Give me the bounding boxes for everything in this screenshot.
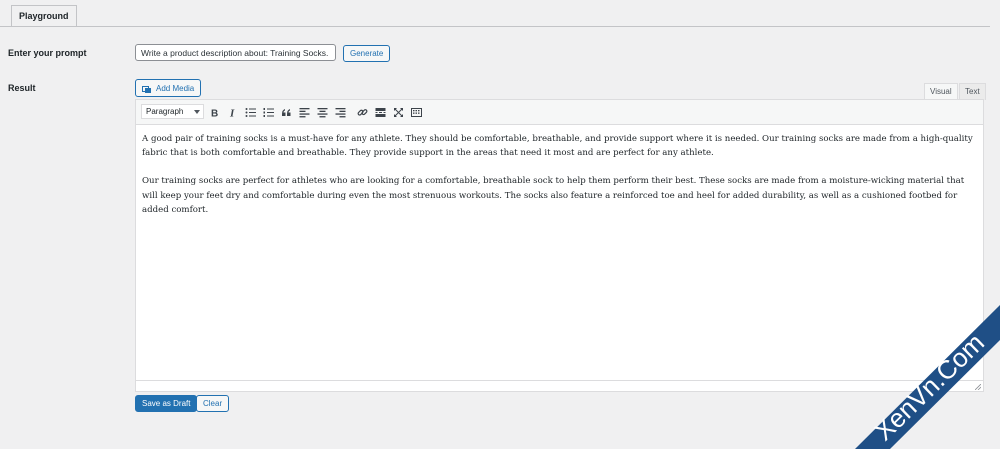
svg-text:I: I [229, 107, 235, 118]
numbered-list-icon[interactable] [261, 105, 275, 119]
add-media-button[interactable]: Add Media [135, 79, 202, 97]
editor-toolbar: Paragraph B I [136, 100, 983, 125]
tabs-bar: Playground [0, 0, 990, 27]
bold-icon[interactable]: B [207, 105, 221, 119]
align-left-icon[interactable] [297, 105, 311, 119]
clear-button[interactable]: Clear [196, 395, 230, 412]
align-right-icon[interactable] [333, 105, 347, 119]
prompt-label: Enter your prompt [8, 48, 87, 58]
add-media-label: Add Media [156, 83, 195, 93]
content-paragraph: Our training socks are perfect for athle… [142, 176, 965, 215]
blockquote-icon[interactable] [279, 105, 293, 119]
toolbar-toggle-icon[interactable] [409, 105, 423, 119]
chevron-down-icon [194, 110, 200, 114]
watermark-text: XenVn.Com [868, 327, 990, 446]
format-select[interactable]: Paragraph [141, 104, 204, 119]
content-paragraph: A good pair of training socks is a must-… [142, 134, 973, 159]
editor-content[interactable]: A good pair of training socks is a must-… [142, 132, 978, 231]
bullet-list-icon[interactable] [243, 105, 257, 119]
generate-button[interactable]: Generate [343, 45, 391, 62]
result-label: Result [8, 83, 36, 93]
format-select-value: Paragraph [146, 107, 184, 116]
save-draft-button[interactable]: Save as Draft [135, 395, 198, 412]
watermark-logo: XenVn.Com [855, 305, 1000, 449]
tab-text[interactable]: Text [959, 83, 986, 100]
tab-visual[interactable]: Visual [924, 83, 958, 100]
tab-playground[interactable]: Playground [11, 5, 77, 26]
italic-icon[interactable]: I [225, 105, 239, 119]
fullscreen-icon[interactable] [391, 105, 405, 119]
svg-text:B: B [211, 108, 218, 118]
prompt-input[interactable] [135, 44, 336, 61]
tab-label: Playground [19, 11, 69, 21]
align-center-icon[interactable] [315, 105, 329, 119]
add-media-icon [142, 84, 152, 93]
read-more-icon[interactable] [373, 105, 387, 119]
link-icon[interactable] [355, 105, 369, 119]
